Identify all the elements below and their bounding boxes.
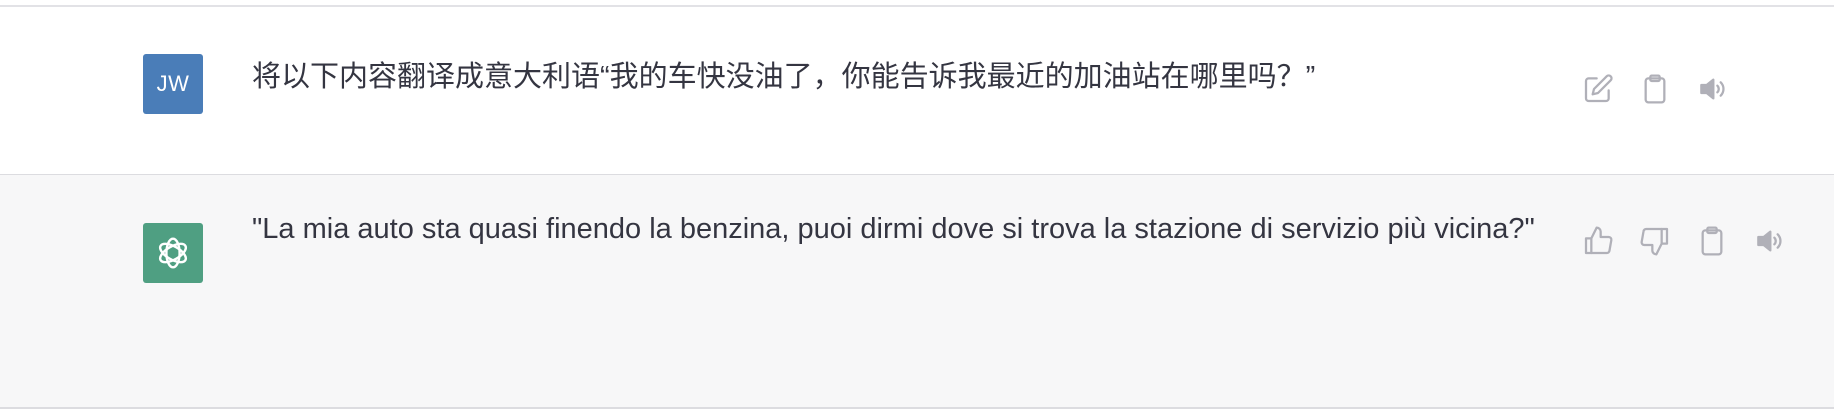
user-avatar-initials: JW — [156, 71, 190, 96]
thumbs-up-button[interactable] — [1580, 223, 1616, 259]
thumbs-up-icon — [1584, 226, 1613, 255]
top-divider — [0, 0, 1834, 7]
read-aloud-button[interactable] — [1694, 71, 1730, 107]
assistant-avatar — [143, 223, 203, 283]
thumbs-down-icon — [1640, 227, 1669, 256]
assistant-message: "La mia auto sta quasi finendo la benzin… — [0, 175, 1834, 409]
user-message-text: 将以下内容翻译成意大利语“我的车快没油了，你能告诉我最近的加油站在哪里吗？” — [252, 61, 1316, 93]
copy-button[interactable] — [1694, 223, 1730, 259]
read-aloud-button[interactable] — [1751, 223, 1787, 259]
clipboard-icon — [1644, 74, 1666, 104]
edit-icon — [1584, 74, 1613, 103]
thumbs-down-button[interactable] — [1637, 223, 1673, 259]
clipboard-icon — [1701, 226, 1723, 256]
user-message: JW 将以下内容翻译成意大利语“我的车快没油了，你能告诉我最近的加油站在哪里吗？… — [0, 7, 1834, 175]
user-message-actions — [1580, 71, 1751, 107]
assistant-message-text: "La mia auto sta quasi finendo la benzin… — [252, 213, 1535, 245]
openai-logo-icon — [158, 237, 188, 269]
user-avatar: JW — [143, 54, 203, 114]
speaker-icon — [1757, 230, 1782, 252]
copy-button[interactable] — [1637, 71, 1673, 107]
assistant-message-actions — [1580, 223, 1808, 259]
edit-button[interactable] — [1580, 71, 1616, 107]
speaker-icon — [1700, 78, 1725, 100]
